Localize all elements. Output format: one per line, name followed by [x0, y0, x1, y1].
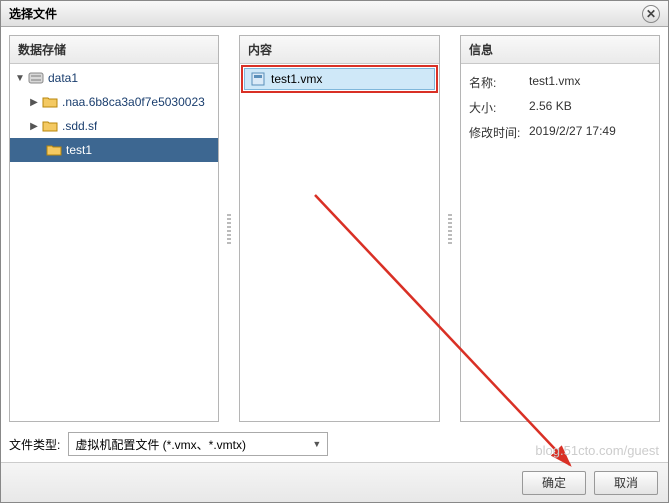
panel-datastore: 数据存储 ▼ data1 ▶ .naa.6b8ca3a0f7e5030023 — [9, 35, 219, 422]
info-size-label: 大小: — [469, 99, 529, 116]
panel-info-header: 信息 — [461, 36, 659, 64]
file-select-dialog: 选择文件 ✕ 数据存储 ▼ data1 ▶ — [0, 0, 669, 503]
dialog-content: 数据存储 ▼ data1 ▶ .naa.6b8ca3a0f7e5030023 — [1, 27, 668, 422]
datastore-tree: ▼ data1 ▶ .naa.6b8ca3a0f7e5030023 ▶ — [10, 64, 218, 421]
panel-content-header: 内容 — [240, 36, 439, 64]
chevron-down-icon: ▼ — [312, 439, 321, 449]
cancel-button[interactable]: 取消 — [594, 471, 658, 495]
panel-datastore-header: 数据存储 — [10, 36, 218, 64]
info-row-size: 大小: 2.56 KB — [469, 95, 651, 120]
tree-root[interactable]: ▼ data1 — [10, 66, 218, 90]
cancel-button-label: 取消 — [614, 474, 638, 491]
info-size-value: 2.56 KB — [529, 99, 572, 116]
tree-item-naa[interactable]: ▶ .naa.6b8ca3a0f7e5030023 — [10, 90, 218, 114]
vmx-file-icon — [251, 72, 265, 86]
info-mtime-value: 2019/2/27 17:49 — [529, 124, 616, 141]
splitter-handle-icon — [227, 214, 231, 244]
info-row-name: 名称: test1.vmx — [469, 70, 651, 95]
tree-root-label: data1 — [48, 71, 78, 85]
info-mtime-label: 修改时间: — [469, 124, 529, 141]
filetype-value: 虚拟机配置文件 (*.vmx、*.vmtx) — [75, 436, 246, 453]
titlebar: 选择文件 ✕ — [1, 1, 668, 27]
folder-icon — [42, 95, 58, 109]
info-row-mtime: 修改时间: 2019/2/27 17:49 — [469, 120, 651, 145]
panel-content: 内容 test1.vmx — [239, 35, 440, 422]
tree-item-test1[interactable]: test1 — [10, 138, 218, 162]
datastore-icon — [28, 71, 44, 85]
expand-icon[interactable]: ▶ — [28, 121, 40, 132]
splitter-handle-icon — [448, 214, 452, 244]
file-item-label: test1.vmx — [271, 72, 322, 86]
filetype-row: 文件类型: 虚拟机配置文件 (*.vmx、*.vmtx) ▼ — [1, 422, 668, 462]
splitter[interactable] — [448, 35, 452, 422]
expand-icon[interactable]: ▶ — [28, 97, 40, 108]
file-item-selected[interactable]: test1.vmx — [244, 68, 435, 90]
filetype-select[interactable]: 虚拟机配置文件 (*.vmx、*.vmtx) ▼ — [68, 432, 328, 456]
tree-item-sdd[interactable]: ▶ .sdd.sf — [10, 114, 218, 138]
tree-item-label: .sdd.sf — [62, 119, 97, 133]
tree-item-label: test1 — [66, 143, 92, 157]
splitter[interactable] — [227, 35, 231, 422]
close-icon: ✕ — [646, 7, 656, 21]
filetype-label: 文件类型: — [9, 436, 60, 453]
close-button[interactable]: ✕ — [642, 5, 660, 23]
collapse-icon[interactable]: ▼ — [14, 73, 26, 84]
ok-button[interactable]: 确定 — [522, 471, 586, 495]
folder-icon — [42, 119, 58, 133]
panel-info: 信息 名称: test1.vmx 大小: 2.56 KB 修改时间: 2019/… — [460, 35, 660, 422]
tree-item-label: .naa.6b8ca3a0f7e5030023 — [62, 95, 205, 109]
folder-open-icon — [46, 143, 62, 157]
ok-button-label: 确定 — [542, 474, 566, 491]
file-list: test1.vmx — [240, 64, 439, 421]
info-name-label: 名称: — [469, 74, 529, 91]
dialog-title: 选择文件 — [9, 5, 57, 22]
info-body: 名称: test1.vmx 大小: 2.56 KB 修改时间: 2019/2/2… — [461, 64, 659, 421]
info-name-value: test1.vmx — [529, 74, 580, 91]
dialog-footer: 确定 取消 — [1, 462, 668, 502]
